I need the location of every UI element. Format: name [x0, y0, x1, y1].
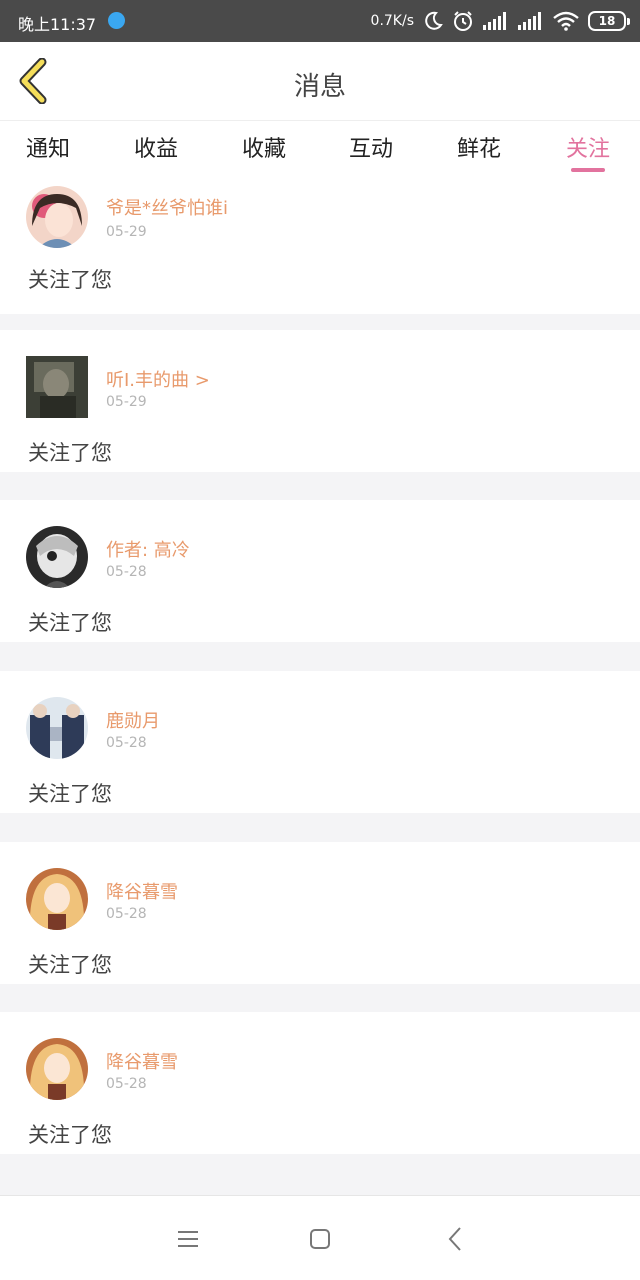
battery-level: 18 — [598, 14, 616, 28]
list-item[interactable]: 降谷暮雪 05-28 关注了您 — [0, 1012, 640, 1154]
home-button[interactable] — [303, 1222, 337, 1256]
timestamp: 05-29 — [106, 394, 147, 410]
system-nav-bar — [0, 1195, 640, 1280]
username[interactable]: 爷是*丝爷怕谁i — [106, 194, 228, 220]
tab-follow[interactable]: 关注 — [566, 131, 610, 163]
back-nav-button[interactable] — [438, 1222, 472, 1256]
message-text: 关注了您 — [28, 611, 112, 635]
avatar[interactable] — [26, 1038, 88, 1100]
status-icons: 0.7K/s 18 — [370, 8, 630, 34]
alarm-icon — [452, 10, 474, 32]
menu-icon — [178, 1231, 198, 1247]
list-item[interactable]: 爷是*丝爷怕谁i 05-29 关注了您 — [0, 172, 640, 314]
tab-notice[interactable]: 通知 — [26, 131, 70, 163]
tab-interaction[interactable]: 互动 — [349, 131, 393, 163]
avatar[interactable] — [26, 356, 88, 418]
username[interactable]: 降谷暮雪 — [106, 878, 178, 904]
home-square-icon — [310, 1229, 330, 1249]
tab-favorites[interactable]: 收藏 — [242, 131, 286, 163]
moon-icon — [423, 11, 443, 31]
username[interactable]: 鹿勋月 — [106, 707, 160, 733]
signal-icon — [518, 12, 544, 30]
list-item[interactable]: 作者: 高冷 05-28 关注了您 — [0, 500, 640, 642]
tab-flowers[interactable]: 鲜花 — [457, 131, 501, 163]
message-text: 关注了您 — [28, 782, 112, 806]
username[interactable]: 作者: 高冷 — [106, 536, 190, 562]
tab-earnings[interactable]: 收益 — [134, 131, 178, 163]
page-title: 消息 — [293, 72, 346, 102]
app-notification-icon — [108, 12, 125, 29]
message-text: 关注了您 — [28, 953, 112, 977]
message-text: 关注了您 — [28, 1123, 112, 1147]
wifi-icon — [553, 11, 579, 31]
list-item[interactable]: 鹿勋月 05-28 关注了您 — [0, 671, 640, 813]
tab-bar: 通知 收益 收藏 互动 鲜花 关注 — [0, 120, 640, 172]
signal-icon — [483, 12, 509, 30]
timestamp: 05-28 — [106, 1076, 147, 1092]
timestamp: 05-29 — [106, 224, 147, 240]
avatar[interactable] — [26, 526, 88, 588]
avatar[interactable] — [26, 868, 88, 930]
list-item[interactable]: 听I.丰的曲 > 05-29 关注了您 — [0, 330, 640, 472]
status-bar: 晚上11:37 0.7K/s 18 — [0, 0, 640, 42]
network-speed: 0.7K/s — [370, 13, 414, 29]
list-item[interactable]: 降谷暮雪 05-28 关注了您 — [0, 842, 640, 984]
message-text: 关注了您 — [28, 441, 112, 465]
timestamp: 05-28 — [106, 564, 147, 580]
menu-button[interactable] — [171, 1222, 205, 1256]
username[interactable]: 听I.丰的曲 > — [106, 366, 210, 392]
timestamp: 05-28 — [106, 906, 147, 922]
header: 消息 — [0, 42, 640, 120]
message-text: 关注了您 — [28, 268, 112, 292]
username[interactable]: 降谷暮雪 — [106, 1048, 178, 1074]
status-time: 晚上11:37 — [18, 15, 97, 34]
back-triangle-icon — [448, 1227, 461, 1251]
battery-icon: 18 — [588, 11, 630, 31]
avatar[interactable] — [26, 697, 88, 759]
timestamp: 05-28 — [106, 735, 147, 751]
avatar[interactable] — [26, 186, 88, 248]
